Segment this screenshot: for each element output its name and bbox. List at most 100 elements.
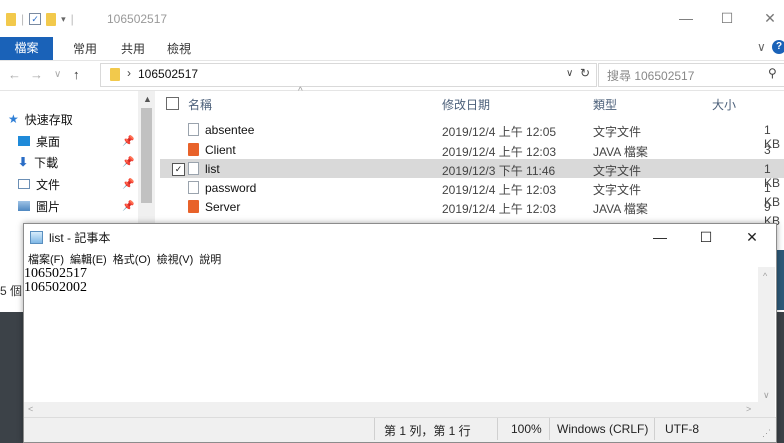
nav-item-label: 圖片 xyxy=(36,199,61,214)
nav-item-label: 快速存取 xyxy=(24,112,73,127)
breadcrumb-separator[interactable]: › xyxy=(127,66,131,80)
breadcrumb-folder[interactable]: 106502517 xyxy=(138,67,198,81)
nav-item-quick-access[interactable]: ★ 快速存取 xyxy=(8,110,73,128)
recent-locations-icon[interactable]: ∨ xyxy=(54,69,61,80)
desktop-icon xyxy=(18,136,30,146)
nav-scrollbar-thumb[interactable] xyxy=(141,108,152,203)
help-icon[interactable]: ? xyxy=(772,40,784,54)
star-icon: ★ xyxy=(8,112,19,126)
text-file-icon xyxy=(188,162,199,175)
notepad-maximize-button[interactable]: ☐ xyxy=(684,224,728,250)
back-icon[interactable]: ← xyxy=(8,67,21,82)
select-all-checkbox[interactable] xyxy=(166,97,179,110)
ribbon-tab-home[interactable]: 常用 xyxy=(73,40,97,57)
column-header-size[interactable]: 大小 xyxy=(712,96,736,113)
file-name[interactable]: Client xyxy=(205,143,236,157)
nav-item-downloads[interactable]: ⬇ 下載 📌 xyxy=(18,153,134,171)
notepad-titlebar: list - 記事本 xyxy=(30,229,110,246)
menu-edit[interactable]: 編輯(E) xyxy=(70,251,107,267)
documents-icon xyxy=(18,179,30,189)
pin-icon: 📌 xyxy=(122,178,135,190)
zoom-level: 100% xyxy=(511,422,542,436)
file-type: JAVA 檔案 xyxy=(593,145,648,159)
java-file-icon xyxy=(188,200,199,213)
scroll-up-icon[interactable]: ^ xyxy=(763,271,767,281)
status-divider xyxy=(549,418,550,440)
explorer-minimize-button[interactable]: — xyxy=(671,8,701,28)
nav-item-label: 桌面 xyxy=(36,134,61,149)
folder-icon xyxy=(6,12,16,26)
search-input[interactable]: 搜尋 106502517 xyxy=(607,67,694,84)
column-header-name[interactable]: 名稱 xyxy=(188,96,212,113)
status-divider xyxy=(374,418,375,440)
scroll-left-icon[interactable]: < xyxy=(28,404,33,414)
file-date: 2019/12/4 上午 12:03 xyxy=(442,202,557,216)
explorer-close-button[interactable]: ✕ xyxy=(755,8,784,28)
explorer-status-text: 5 個 xyxy=(0,284,23,298)
scroll-down-icon[interactable]: ∨ xyxy=(763,390,770,401)
ribbon-tab-share[interactable]: 共用 xyxy=(121,40,145,57)
column-header-date[interactable]: 修改日期 xyxy=(442,96,490,113)
new-folder-icon[interactable] xyxy=(46,12,57,26)
menu-help[interactable]: 說明 xyxy=(199,251,221,267)
toolbar-divider: | xyxy=(70,12,74,26)
ribbon xyxy=(0,36,784,61)
ribbon-expand-icon[interactable]: ∨ xyxy=(757,40,766,54)
cursor-position: 第 1 列，第 1 行 xyxy=(384,424,471,438)
explorer-title: 106502517 xyxy=(107,12,168,26)
pictures-icon xyxy=(18,201,30,211)
search-icon[interactable]: ⚲ xyxy=(768,66,777,80)
up-icon[interactable]: ↑ xyxy=(73,67,80,82)
customize-toolbar-icon[interactable]: ▾ xyxy=(61,14,66,25)
file-date: 2019/12/3 下午 11:46 xyxy=(442,164,556,178)
ribbon-tab-view[interactable]: 檢視 xyxy=(167,40,191,57)
pin-icon: 📌 xyxy=(122,156,135,168)
nav-item-desktop[interactable]: 桌面 📌 xyxy=(18,132,134,150)
status-divider xyxy=(654,418,655,440)
menu-file[interactable]: 檔案(F) xyxy=(28,251,64,267)
scroll-right-icon[interactable]: > xyxy=(746,404,751,414)
notepad-title: list - 記事本 xyxy=(49,231,111,245)
ribbon-file-tab[interactable]: 檔案 xyxy=(0,37,53,60)
text-file-icon xyxy=(188,181,199,194)
quick-access-toolbar: | ✓ ▾ | xyxy=(6,10,74,28)
text-line: 106502517 xyxy=(24,266,87,281)
download-icon: ⬇ xyxy=(18,155,29,169)
explorer-maximize-button[interactable]: ☐ xyxy=(712,8,742,28)
scroll-up-icon[interactable]: ▲ xyxy=(143,94,152,104)
file-type: JAVA 檔案 xyxy=(593,202,648,216)
file-name[interactable]: password xyxy=(205,181,256,195)
file-name[interactable]: list xyxy=(205,162,220,176)
file-name[interactable]: Server xyxy=(205,200,240,214)
resize-grip-icon[interactable]: ⋰ xyxy=(762,428,771,439)
nav-item-documents[interactable]: 文件 📌 xyxy=(18,175,134,193)
menu-format[interactable]: 格式(O) xyxy=(113,251,151,267)
notepad-minimize-button[interactable]: — xyxy=(638,224,682,250)
nav-item-label: 下載 xyxy=(34,155,59,170)
address-dropdown-icon[interactable]: ∨ xyxy=(566,68,573,79)
nav-item-pictures[interactable]: 圖片 📌 xyxy=(18,197,134,215)
sort-indicator-icon: ^ xyxy=(298,86,303,97)
status-divider xyxy=(497,418,498,440)
column-header-type[interactable]: 類型 xyxy=(593,96,617,113)
text-line: 106502002 xyxy=(24,280,87,295)
file-type: 文字文件 xyxy=(593,164,642,178)
notepad-menubar: 檔案(F) 編輯(E) 格式(O) 檢視(V) 說明 xyxy=(28,251,221,267)
row-checkbox[interactable]: ✓ xyxy=(172,163,185,176)
properties-check-icon[interactable]: ✓ xyxy=(29,13,42,25)
file-date: 2019/12/4 上午 12:05 xyxy=(442,125,557,139)
menu-view[interactable]: 檢視(V) xyxy=(157,251,194,267)
toolbar-divider: | xyxy=(21,12,25,26)
file-date: 2019/12/4 上午 12:03 xyxy=(442,183,557,197)
folder-icon xyxy=(110,68,120,81)
file-date: 2019/12/4 上午 12:03 xyxy=(442,145,557,159)
java-file-icon xyxy=(188,143,199,156)
forward-icon[interactable]: → xyxy=(30,67,43,82)
notepad-icon xyxy=(30,231,43,244)
pin-icon: 📌 xyxy=(122,135,135,147)
notepad-close-button[interactable]: ✕ xyxy=(730,224,774,250)
refresh-icon[interactable]: ↻ xyxy=(580,66,590,80)
notepad-text-area[interactable]: 106502517 106502002 xyxy=(24,267,759,407)
file-type: 文字文件 xyxy=(593,183,642,197)
file-name[interactable]: absentee xyxy=(205,123,254,137)
